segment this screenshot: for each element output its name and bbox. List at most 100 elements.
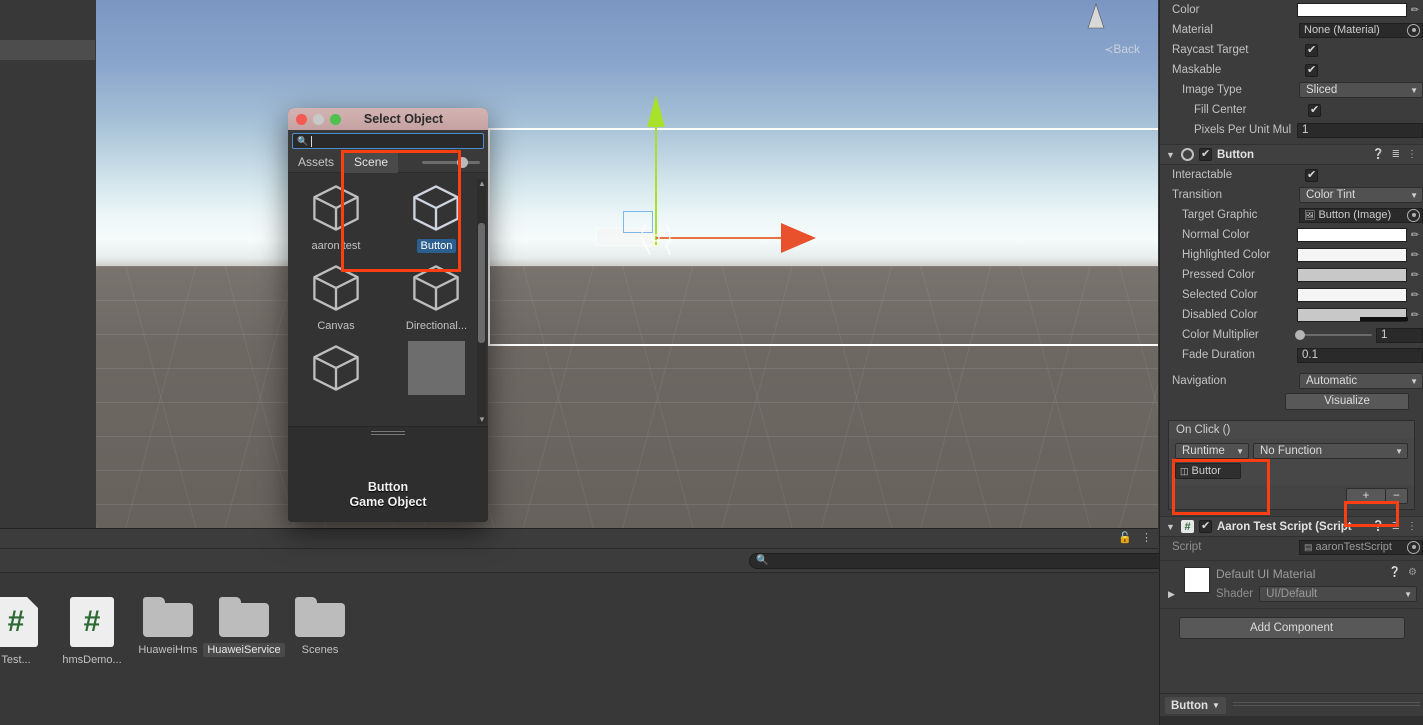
- inspector-row-pixels-per-unit[interactable]: Pixels Per Unit Mul 1: [1160, 120, 1423, 140]
- object-picker-icon[interactable]: [1407, 540, 1420, 554]
- scroll-down-arrow-icon[interactable]: ▼: [478, 415, 486, 424]
- on-click-event-box[interactable]: On Click () Runtime ▼ No Function ▼ ◫ Bu…: [1168, 420, 1415, 510]
- preview-tab-button[interactable]: Button ▼: [1165, 697, 1226, 714]
- inspector-row-maskable[interactable]: Maskable: [1160, 60, 1423, 80]
- more-menu-icon[interactable]: ⋮: [1407, 149, 1417, 160]
- resize-grip[interactable]: [371, 431, 405, 436]
- disabled-color-swatch[interactable]: [1297, 308, 1408, 322]
- asset-item[interactable]: # hmsDemo...: [54, 597, 130, 667]
- object-picker-icon[interactable]: [1407, 208, 1420, 222]
- object-grid-item[interactable]: aaron test: [288, 181, 384, 253]
- inspector-row-interactable[interactable]: Interactable: [1160, 165, 1423, 185]
- foldout-arrow-icon[interactable]: ▼: [1166, 150, 1176, 160]
- foldout-arrow-icon[interactable]: ▶: [1168, 589, 1178, 602]
- inspector-panel[interactable]: Color ✏ Material None (Material) Raycast…: [1159, 0, 1423, 725]
- material-component[interactable]: ▶ Default UI Material Shader UI/Default …: [1160, 561, 1423, 608]
- pixels-per-unit-input[interactable]: 1: [1297, 122, 1423, 138]
- on-click-event-row[interactable]: Runtime ▼ No Function ▼ ◫ Buttor: [1169, 439, 1414, 485]
- slider-knob[interactable]: [1295, 330, 1305, 340]
- preset-icon[interactable]: ≣: [1392, 149, 1400, 160]
- preview-tab-bar[interactable]: Button ▼: [1160, 693, 1423, 725]
- asset-item[interactable]: Scenes: [282, 597, 358, 657]
- project-toolbar[interactable]: 🔍 ◉ 🏷 ★ 👁 8: [0, 549, 1423, 573]
- hierarchy-row-selected[interactable]: [0, 40, 95, 60]
- thumbnail-size-slider[interactable]: [422, 157, 480, 168]
- color-multiplier-slider[interactable]: [1295, 330, 1372, 340]
- runtime-mode-dropdown[interactable]: Runtime ▼: [1175, 443, 1249, 459]
- fill-center-checkbox[interactable]: [1308, 103, 1321, 117]
- inspector-row-fill-center[interactable]: Fill Center: [1160, 100, 1423, 120]
- on-click-target-object-field[interactable]: ◫ Buttor: [1175, 463, 1241, 479]
- asset-item-selected[interactable]: HuaweiService: [203, 597, 285, 657]
- help-icon[interactable]: ❔: [1372, 149, 1384, 160]
- tab-scene[interactable]: Scene: [344, 151, 399, 173]
- selected-color-swatch[interactable]: [1297, 288, 1407, 302]
- help-icon[interactable]: ❔: [1389, 567, 1401, 578]
- preview-scrollbar[interactable]: [1233, 702, 1420, 708]
- inspector-row-fade-duration[interactable]: Fade Duration 0.1: [1160, 345, 1423, 365]
- remove-event-button[interactable]: −: [1386, 488, 1408, 504]
- select-object-dialog[interactable]: Select Object 🔍 Assets Scene aaron test …: [288, 108, 488, 522]
- close-button[interactable]: [296, 113, 307, 125]
- dialog-object-grid[interactable]: aaron test Button Canvas Directional... …: [288, 173, 488, 426]
- button-enabled-checkbox[interactable]: [1199, 147, 1212, 161]
- slider-knob[interactable]: [457, 157, 468, 168]
- scroll-up-arrow-icon[interactable]: ▲: [478, 179, 486, 188]
- dialog-title-bar[interactable]: Select Object: [288, 108, 488, 130]
- visualize-button[interactable]: Visualize: [1285, 392, 1409, 410]
- raycast-target-checkbox[interactable]: [1305, 43, 1318, 57]
- color-multiplier-input[interactable]: 1: [1376, 327, 1423, 343]
- tab-assets[interactable]: Assets: [288, 152, 344, 173]
- inspector-row-material[interactable]: Material None (Material): [1160, 20, 1423, 40]
- function-dropdown[interactable]: No Function ▼: [1253, 443, 1408, 459]
- hierarchy-panel[interactable]: [0, 0, 95, 528]
- maskable-checkbox[interactable]: [1305, 63, 1318, 77]
- preset-icon[interactable]: ≣: [1392, 521, 1400, 532]
- more-menu-icon[interactable]: ⋮: [1141, 531, 1152, 544]
- dialog-scrollbar[interactable]: ▲ ▼: [477, 179, 486, 424]
- add-component-row[interactable]: Add Component: [1160, 617, 1423, 639]
- dialog-search-input[interactable]: 🔍: [292, 133, 484, 149]
- object-grid-item[interactable]: Directional...: [388, 261, 484, 333]
- script-object-field[interactable]: ▤ aaronTestScript: [1299, 539, 1423, 555]
- transition-dropdown[interactable]: Color Tint ▼: [1299, 187, 1423, 203]
- scrollbar-thumb[interactable]: [478, 223, 485, 343]
- inspector-row-color[interactable]: Color ✏: [1160, 0, 1423, 20]
- inspector-row-visualize[interactable]: Visualize: [1160, 391, 1423, 411]
- inspector-row-transition[interactable]: Transition Color Tint ▼: [1160, 185, 1423, 205]
- button-component-header[interactable]: ▼ Button ❔ ≣ ⋮: [1160, 144, 1423, 165]
- eyedropper-icon[interactable]: ✏: [1407, 288, 1423, 302]
- minimize-button[interactable]: [313, 113, 324, 125]
- target-graphic-object-field[interactable]: 🖼 Button (Image): [1299, 207, 1423, 223]
- script-component-header[interactable]: ▼ # Aaron Test Script (Script ❔ ≣ ⋮: [1160, 516, 1423, 537]
- asset-item[interactable]: # Test...: [0, 597, 54, 667]
- lock-icon[interactable]: 🔓: [1118, 531, 1132, 544]
- script-enabled-checkbox[interactable]: [1199, 519, 1212, 533]
- material-object-field[interactable]: None (Material): [1299, 22, 1423, 38]
- inspector-row-color-multiplier[interactable]: Color Multiplier 1: [1160, 325, 1423, 345]
- asset-item[interactable]: HuaweiHms: [130, 597, 206, 657]
- scene-orientation-gizmo[interactable]: X: [1048, 0, 1144, 46]
- fade-duration-input[interactable]: 0.1: [1297, 347, 1423, 363]
- project-tab-bar[interactable]: 🔓 ⋮: [0, 529, 1158, 549]
- pressed-color-swatch[interactable]: [1297, 268, 1407, 282]
- scene-view[interactable]: X ≺Back: [96, 0, 1158, 528]
- add-component-button[interactable]: Add Component: [1178, 617, 1405, 639]
- hierarchy-row[interactable]: [0, 20, 95, 40]
- hierarchy-row[interactable]: [0, 0, 95, 20]
- inspector-row-raycast-target[interactable]: Raycast Target: [1160, 40, 1423, 60]
- eyedropper-icon[interactable]: ✏: [1407, 3, 1423, 17]
- project-asset-grid[interactable]: # Test... # hmsDemo... HuaweiHms HuaweiS…: [0, 573, 1158, 725]
- more-menu-icon[interactable]: ⋮: [1407, 521, 1417, 532]
- inspector-row-target-graphic[interactable]: Target Graphic 🖼 Button (Image): [1160, 205, 1423, 225]
- object-grid-item[interactable]: Canvas: [288, 261, 384, 333]
- highlighted-color-swatch[interactable]: [1297, 248, 1407, 262]
- project-panel[interactable]: 🔓 ⋮ 🔍 ◉ 🏷 ★ 👁 8 # Test... #: [0, 528, 1423, 725]
- interactable-checkbox[interactable]: [1305, 168, 1318, 182]
- foldout-arrow-icon[interactable]: ▼: [1166, 522, 1176, 532]
- eyedropper-icon[interactable]: ✏: [1407, 228, 1423, 242]
- inspector-row-highlighted-color[interactable]: Highlighted Color ✏: [1160, 245, 1423, 265]
- move-gizmo[interactable]: [526, 75, 846, 255]
- object-grid-item-selected[interactable]: Button: [388, 181, 484, 253]
- add-event-button[interactable]: +: [1346, 488, 1386, 504]
